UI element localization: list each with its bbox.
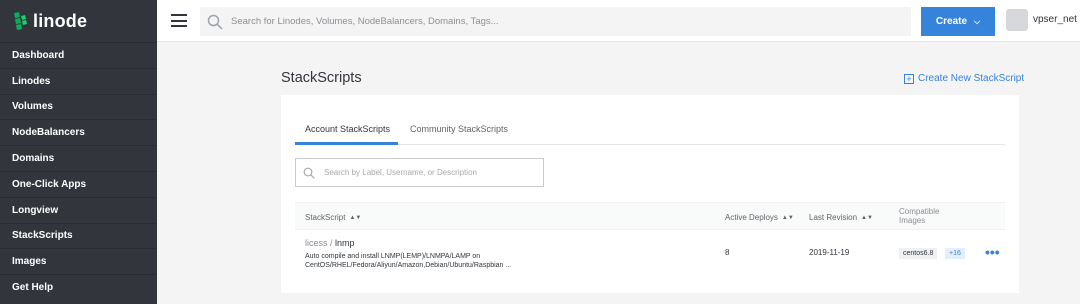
chevron-down-icon: ⌵ [974,16,981,26]
create-stackscript-link[interactable]: + Create New StackScript [904,73,1024,84]
more-actions-icon[interactable]: ••• [985,244,1000,260]
sidebar-item-domains[interactable]: Domains [0,145,157,171]
username[interactable]: vpser_net [1033,14,1077,25]
tab-account-stackscripts[interactable]: Account StackScripts [305,124,390,134]
table-row[interactable]: licess / lnmp Auto compile and install L… [295,230,1005,276]
column-header-last-revision[interactable]: Last Revision ▲▼ [809,213,873,222]
image-chip: centos6.8 [899,248,938,259]
stackscript-search-input[interactable]: Search by Label, Username, or Descriptio… [295,158,544,187]
sort-icon: ▲▼ [861,214,873,221]
create-stackscript-label: Create New StackScript [918,73,1025,84]
tab-bar: Account StackScripts Community StackScri… [295,115,1005,145]
page-title: StackScripts [281,70,362,86]
search-placeholder: Search by Label, Username, or Descriptio… [324,168,477,177]
column-header-active-deploys[interactable]: Active Deploys ▲▼ [725,213,794,222]
table-header: StackScript ▲▼ Active Deploys ▲▼ Last Re… [295,202,1005,230]
create-button-label: Create [935,16,968,27]
sidebar-item-get-help[interactable]: Get Help [0,274,157,300]
sidebar-item-dashboard[interactable]: Dashboard [0,42,157,68]
stackscripts-panel: Account StackScripts Community StackScri… [281,95,1019,293]
column-header-stackscript[interactable]: StackScript ▲▼ [305,213,361,222]
sidebar-item-stackscripts[interactable]: StackScripts [0,222,157,249]
column-header-compatible-images: Compatible Images [899,207,940,225]
stackscript-username: licess [305,238,328,248]
plus-icon: + [904,73,914,84]
tab-community-stackscripts[interactable]: Community StackScripts [410,124,508,134]
avatar[interactable] [1006,9,1028,31]
search-icon [207,14,223,30]
sidebar-item-linodes[interactable]: Linodes [0,67,157,94]
linode-logo[interactable]: linode [0,0,157,42]
sidebar-item-nodebalancers[interactable]: NodeBalancers [0,119,157,145]
global-search-input[interactable]: Search for Linodes, Volumes, NodeBalance… [200,7,911,36]
more-images-chip[interactable]: +16 [945,248,965,259]
sidebar: linode Dashboard Linodes Volumes NodeBal… [0,0,157,304]
stackscript-title[interactable]: licess / lnmp [305,238,355,248]
active-tab-indicator [295,142,398,145]
logo-text: linode [33,10,88,31]
create-button[interactable]: Create ⌵ [921,7,995,36]
sort-icon: ▲▼ [781,214,794,221]
top-bar: Search for Linodes, Volumes, NodeBalance… [157,0,1080,42]
stackscript-description: Auto compile and install LNMP(LEMP)/LNMP… [305,253,512,269]
stackscript-label: lnmp [335,238,355,248]
last-revision-value: 2019-11-19 [809,248,850,257]
sidebar-item-images[interactable]: Images [0,248,157,274]
menu-icon[interactable] [171,14,187,27]
search-icon [303,167,315,179]
active-deploys-value: 8 [725,248,730,257]
sidebar-item-volumes[interactable]: Volumes [0,93,157,120]
sidebar-item-one-click-apps[interactable]: One-Click Apps [0,170,157,197]
sidebar-item-longview[interactable]: Longview [0,196,157,223]
stackscripts-table: StackScript ▲▼ Active Deploys ▲▼ Last Re… [295,202,1005,276]
search-placeholder: Search for Linodes, Volumes, NodeBalance… [231,16,499,27]
linode-logo-icon [14,12,27,30]
sort-icon: ▲▼ [349,214,362,221]
